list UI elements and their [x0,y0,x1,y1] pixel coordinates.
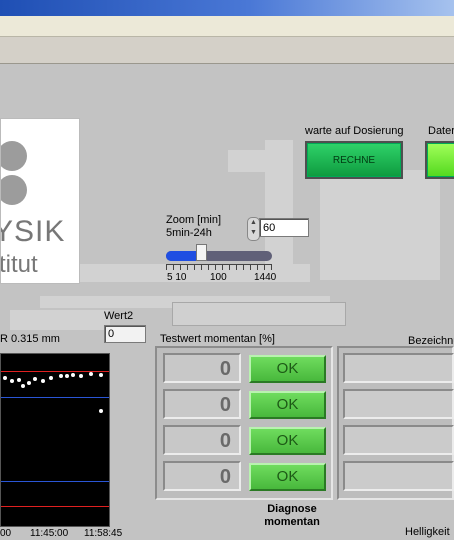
chart-label: R 0.315 mm [0,333,60,345]
data-point [79,374,83,378]
background-block [10,310,110,330]
data-point [10,379,14,383]
zoom-range-label: 5min-24h [166,227,212,239]
data-point [71,373,75,377]
bezeichnung-field [343,425,454,455]
bezeichnung-field [343,461,454,491]
data-point [41,379,45,383]
diagnose-label: Diagnose momentan [264,503,320,528]
bezeichnung-field [343,353,454,383]
data-point [21,384,25,388]
menu-bar [0,16,454,37]
testwert-value: 0 [163,425,241,455]
data-point [99,409,103,413]
slider-tick: 1440 [254,272,277,283]
daten-label: Dater [428,125,454,137]
ok-status-button[interactable]: OK [249,355,326,383]
testwert-value: 0 [163,461,241,491]
toolbar [0,37,454,64]
red-limit-line [1,506,109,507]
slider-tick: 100 [210,272,227,283]
daten-indicator [425,141,454,179]
background-block [320,170,440,280]
rechne-label: RECHNE [332,154,376,166]
wert2-label: Wert2 [104,310,134,322]
rechne-indicator: RECHNE [305,141,403,179]
testwert-value: 0 [163,353,241,383]
logo-text: titut [0,251,38,278]
data-point [89,372,93,376]
time-tick: 00 [0,528,12,539]
time-tick: 11:58:45 [84,528,123,539]
institute-logo: YSIK titut [0,118,80,284]
zoom-label: Zoom [min] [166,214,222,226]
data-point [99,373,103,377]
ok-status-button[interactable]: OK [249,391,326,419]
testwert-label: Testwert momentan [%] [160,333,275,345]
testwert-value: 0 [163,389,241,419]
zoom-slider-track[interactable] [166,251,272,261]
zoom-input[interactable] [259,218,309,237]
blue-limit-line [1,397,109,398]
bezeichnung-field [343,389,454,419]
trend-chart [0,353,110,527]
data-point [65,374,69,378]
empty-display [172,302,346,326]
data-point [17,378,21,382]
slider-tick: 5 10 [167,272,187,283]
ok-status-button[interactable]: OK [249,463,326,491]
data-point [27,381,31,385]
red-limit-line [1,371,109,372]
data-point [59,374,63,378]
logo-text: YSIK [0,215,66,248]
wert2-field[interactable] [104,325,146,343]
ok-status-button[interactable]: OK [249,427,326,455]
background-block [228,150,268,172]
slider-scale [166,264,272,270]
time-tick: 11:45:00 [30,528,69,539]
data-point [3,376,7,380]
blue-limit-line [1,481,109,482]
data-point [33,377,37,381]
helligkeit-label: Helligkeit [405,526,450,538]
window-titlebar [0,0,454,16]
data-point [49,376,53,380]
status-label: warte auf Dosierung [305,125,404,137]
zoom-slider-thumb[interactable] [196,244,207,261]
